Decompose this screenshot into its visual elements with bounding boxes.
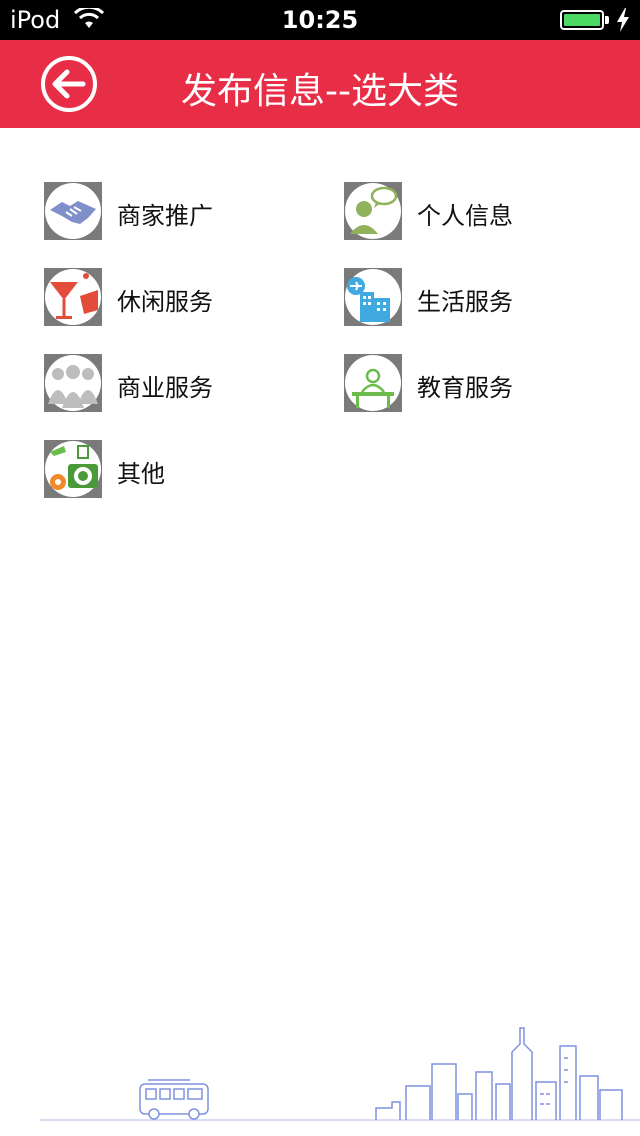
battery-icon xyxy=(560,10,604,30)
city-skyline-illustration xyxy=(40,1027,640,1121)
category-other[interactable]: 其他 xyxy=(44,440,284,500)
page-title: 发布信息--选大类 xyxy=(181,71,459,112)
category-commercial-services[interactable]: 商业服务 xyxy=(44,354,284,414)
category-label: 生活服务 xyxy=(417,288,513,316)
category-label: 商家推广 xyxy=(117,202,213,230)
category-label: 商业服务 xyxy=(117,374,213,402)
person-chat-icon xyxy=(344,182,402,240)
status-time: 10:25 xyxy=(281,6,359,34)
city-plane-icon xyxy=(344,268,402,326)
header-bar: 发布信息--选大类 xyxy=(0,40,640,128)
battery-tip xyxy=(605,16,609,24)
charging-bolt-icon xyxy=(617,8,629,32)
category-personal-info[interactable]: 个人信息 xyxy=(344,182,584,242)
bus-icon xyxy=(139,1079,209,1120)
category-label: 其他 xyxy=(117,460,165,488)
status-bar: iPod 10:25 xyxy=(0,0,640,40)
category-life-services[interactable]: 生活服务 xyxy=(344,268,584,328)
category-label: 教育服务 xyxy=(417,374,513,402)
category-label: 个人信息 xyxy=(417,202,513,230)
category-education-services[interactable]: 教育服务 xyxy=(344,354,584,414)
people-group-icon xyxy=(44,354,102,412)
category-leisure-services[interactable]: 休闲服务 xyxy=(44,268,284,328)
skyline-icon xyxy=(375,1027,623,1120)
category-label: 休闲服务 xyxy=(117,288,213,316)
category-business-promotion[interactable]: 商家推广 xyxy=(44,182,284,242)
handshake-icon xyxy=(44,182,102,240)
cocktail-icon xyxy=(44,268,102,326)
camera-misc-icon xyxy=(44,440,102,498)
teacher-desk-icon xyxy=(344,354,402,412)
